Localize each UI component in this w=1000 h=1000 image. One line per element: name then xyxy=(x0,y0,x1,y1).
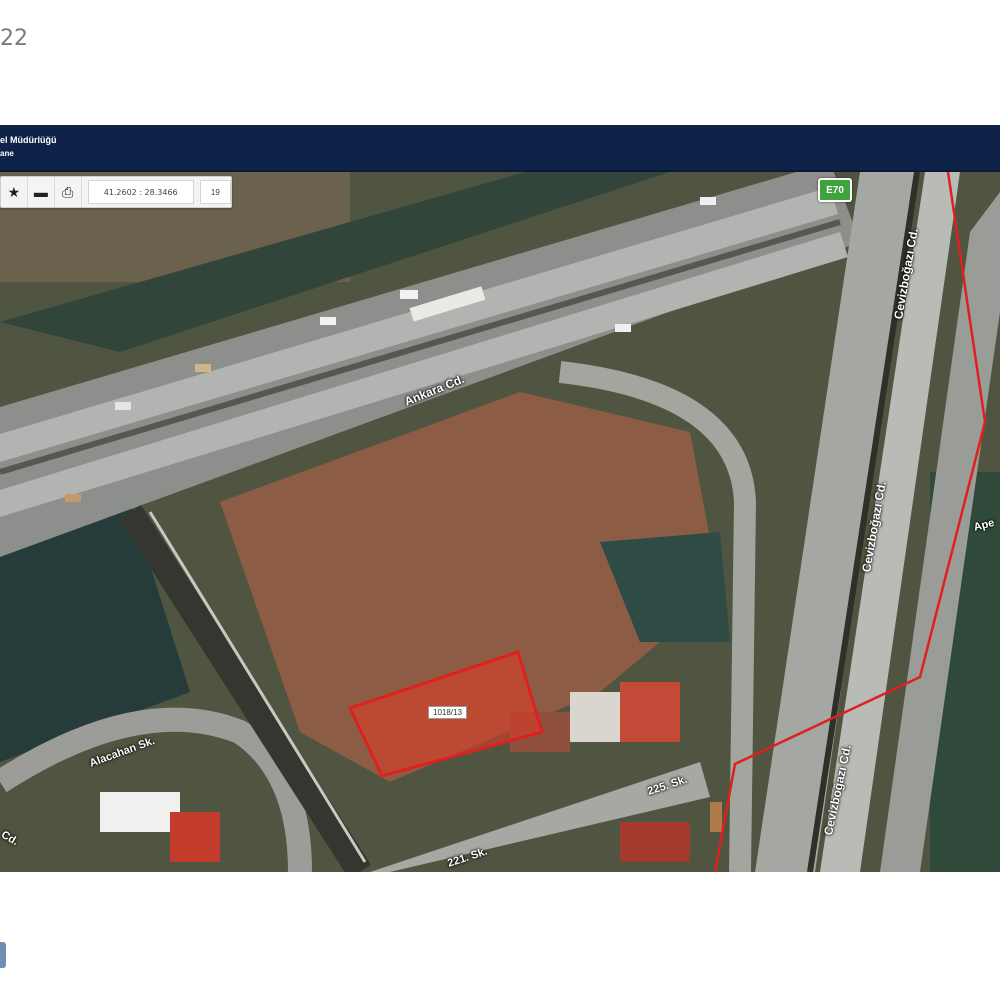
map-imagery xyxy=(0,172,1000,872)
coordinate-readout: 41.2602 : 28.3466 xyxy=(87,180,194,204)
zoom-level[interactable]: 19 xyxy=(199,180,232,204)
minus-icon[interactable]: ▬ xyxy=(28,177,55,207)
star-icon[interactable]: ★ xyxy=(1,177,28,207)
org-title-line1: el Müdürlüğü xyxy=(0,135,57,145)
app-header: el Müdürlüğü ane xyxy=(0,125,1000,173)
print-icon[interactable]: ⎙ xyxy=(55,177,82,207)
corner-tab xyxy=(0,942,6,968)
corner-text: 22 xyxy=(0,26,28,51)
parcel-label[interactable]: 1018/13 xyxy=(428,706,467,719)
org-title-line2: ane xyxy=(0,149,14,158)
satellite-map[interactable] xyxy=(0,172,1000,872)
route-shield: E70 xyxy=(818,178,852,202)
map-toolbar: ★ ▬ ⎙ 41.2602 : 28.3466 19 xyxy=(0,176,232,208)
